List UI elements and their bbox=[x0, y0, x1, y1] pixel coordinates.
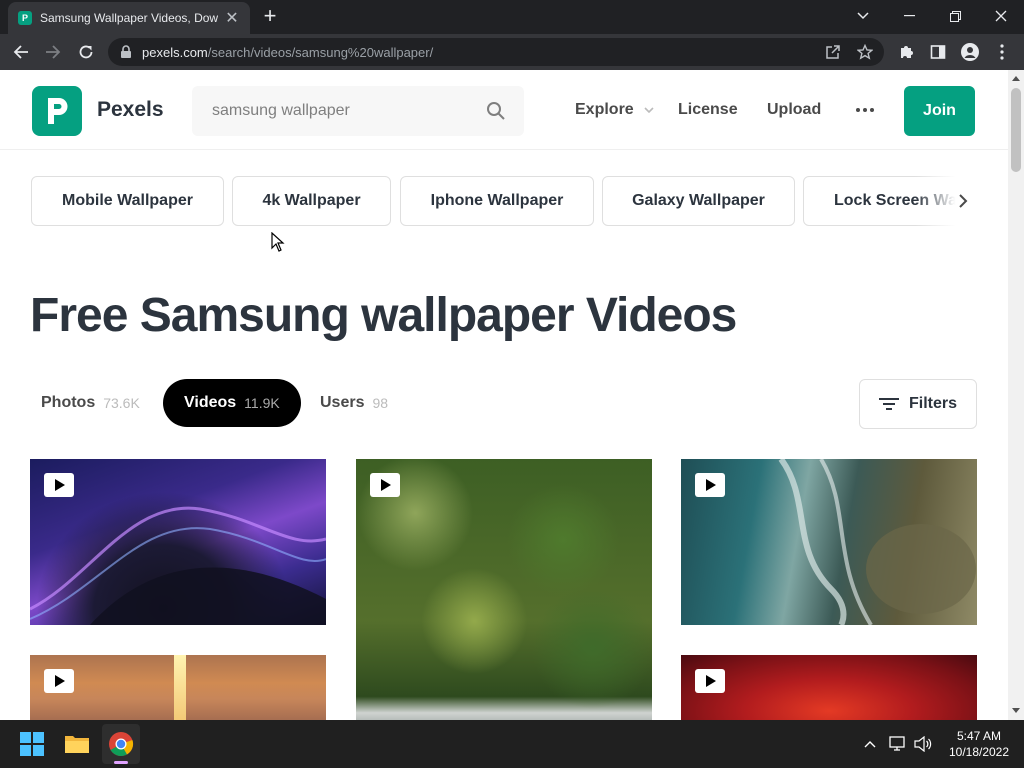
tropical-palm-forest-aerial-video[interactable] bbox=[356, 459, 652, 720]
folder-icon bbox=[65, 736, 89, 753]
nav-upload[interactable]: Upload bbox=[767, 101, 821, 119]
ocean-rocky-coast-aerial-video[interactable] bbox=[681, 459, 977, 625]
lock-icon[interactable] bbox=[120, 45, 132, 59]
video-play-icon bbox=[44, 669, 74, 693]
purple-particle-wave-video[interactable] bbox=[30, 459, 326, 625]
start-button[interactable] bbox=[13, 724, 51, 764]
brand-name[interactable]: Pexels bbox=[97, 98, 164, 122]
arrow-right-icon bbox=[46, 45, 61, 59]
search-icon bbox=[487, 102, 505, 120]
url-text: pexels.com/search/videos/samsung%20wallp… bbox=[142, 45, 433, 60]
browser-toolbar: pexels.com/search/videos/samsung%20wallp… bbox=[0, 34, 1024, 70]
tab-users[interactable]: Users 98 bbox=[320, 379, 388, 427]
chrome-taskbar-button[interactable] bbox=[102, 724, 140, 764]
tab-photos[interactable]: Photos 73.6K bbox=[41, 379, 140, 427]
address-bar[interactable]: pexels.com/search/videos/samsung%20wallp… bbox=[108, 38, 884, 66]
pexels-logo-icon bbox=[48, 98, 68, 124]
minimize-window-button[interactable] bbox=[886, 0, 932, 32]
file-explorer-button[interactable] bbox=[58, 724, 96, 764]
page-viewport: Pexels Explore License Upload Join Mobil… bbox=[0, 70, 1008, 720]
share-icon[interactable] bbox=[824, 43, 842, 61]
tab-users-count: 98 bbox=[372, 395, 389, 411]
search-button[interactable] bbox=[486, 101, 506, 121]
particle-wave-art bbox=[30, 506, 326, 625]
url-host: pexels.com bbox=[142, 45, 208, 60]
reload-icon bbox=[79, 45, 93, 59]
pexels-logo[interactable] bbox=[32, 86, 82, 136]
url-path: /search/videos/samsung%20wallpaper/ bbox=[207, 45, 434, 60]
filter-lines-icon bbox=[878, 398, 899, 410]
join-button[interactable]: Join bbox=[904, 86, 975, 136]
chip-4k-wallpaper[interactable]: 4k Wallpaper bbox=[232, 176, 391, 226]
reload-button[interactable] bbox=[73, 39, 99, 65]
chip-galaxy-wallpaper[interactable]: Galaxy Wallpaper bbox=[602, 176, 795, 226]
bookmark-star-icon[interactable] bbox=[856, 43, 874, 61]
pexels-favicon-icon: P bbox=[18, 11, 32, 25]
tab-search-chevron-icon[interactable] bbox=[840, 0, 886, 32]
chip-iphone-wallpaper[interactable]: Iphone Wallpaper bbox=[400, 176, 594, 226]
search-input[interactable] bbox=[212, 100, 472, 122]
filters-label: Filters bbox=[908, 395, 957, 412]
close-window-button[interactable] bbox=[978, 0, 1024, 32]
tab-videos-label: Videos bbox=[184, 394, 237, 411]
mouse-cursor-icon bbox=[271, 232, 285, 252]
site-header: Pexels Explore License Upload Join bbox=[0, 70, 1008, 150]
filters-button[interactable]: Filters bbox=[859, 379, 977, 429]
tab-title: Samsung Wallpaper Videos, Dow bbox=[40, 11, 218, 25]
related-searches: Mobile Wallpaper 4k Wallpaper Iphone Wal… bbox=[31, 176, 973, 226]
network-monitor-icon[interactable] bbox=[888, 734, 908, 754]
chevron-down-icon bbox=[644, 107, 654, 113]
scroll-down-arrow-icon[interactable] bbox=[1012, 708, 1020, 713]
tab-users-label: Users bbox=[320, 394, 365, 411]
nav-license[interactable]: License bbox=[678, 101, 738, 119]
video-play-icon bbox=[44, 473, 74, 497]
clock-date: 10/18/2022 bbox=[948, 745, 1010, 759]
red-sky-video[interactable] bbox=[681, 655, 977, 720]
scrollbar-thumb[interactable] bbox=[1011, 88, 1021, 172]
more-menu-button[interactable] bbox=[856, 100, 874, 120]
arrow-left-icon bbox=[13, 45, 28, 59]
sunset-sea-video[interactable] bbox=[30, 655, 326, 720]
tab-videos-count: 11.9K bbox=[244, 395, 280, 411]
volume-speaker-icon[interactable] bbox=[913, 734, 933, 754]
chrome-menu-icon[interactable] bbox=[992, 42, 1012, 62]
tab-photos-count: 73.6K bbox=[103, 395, 140, 411]
tab-photos-label: Photos bbox=[41, 394, 96, 411]
restore-window-button[interactable] bbox=[932, 0, 978, 32]
search-bar bbox=[192, 86, 524, 136]
video-play-icon bbox=[695, 473, 725, 497]
back-button[interactable] bbox=[8, 39, 34, 65]
browser-tab-strip: P Samsung Wallpaper Videos, Dow ✕ + bbox=[0, 0, 1024, 34]
chips-next-arrow-icon[interactable] bbox=[956, 193, 970, 209]
new-tab-button[interactable]: + bbox=[259, 5, 281, 28]
clock-time: 5:47 AM bbox=[956, 729, 1002, 743]
nav-explore[interactable]: Explore bbox=[575, 101, 654, 119]
video-play-icon bbox=[370, 473, 400, 497]
chip-mobile-wallpaper[interactable]: Mobile Wallpaper bbox=[31, 176, 224, 226]
video-play-icon bbox=[695, 669, 725, 693]
close-tab-icon[interactable]: ✕ bbox=[224, 8, 240, 28]
page-scrollbar[interactable] bbox=[1008, 70, 1024, 720]
system-clock[interactable]: 5:47 AM 10/18/2022 bbox=[944, 728, 1014, 760]
side-panel-icon[interactable] bbox=[928, 42, 948, 62]
show-hidden-icons-chevron-icon[interactable] bbox=[860, 734, 880, 754]
sun-reflection bbox=[174, 655, 186, 720]
scroll-up-arrow-icon[interactable] bbox=[1012, 76, 1020, 81]
chrome-icon bbox=[109, 732, 134, 757]
active-app-indicator bbox=[114, 761, 128, 764]
windows-taskbar: 5:47 AM 10/18/2022 bbox=[0, 720, 1024, 768]
tab-videos[interactable]: Videos 11.9K bbox=[163, 379, 301, 427]
page-title: Free Samsung wallpaper Videos bbox=[30, 289, 737, 342]
windows-logo-icon bbox=[20, 732, 44, 756]
ocean-foam-art bbox=[778, 459, 976, 625]
profile-avatar-icon[interactable] bbox=[960, 42, 980, 62]
forward-button[interactable] bbox=[40, 39, 66, 65]
extensions-puzzle-icon[interactable] bbox=[896, 42, 916, 62]
browser-tab[interactable]: P Samsung Wallpaper Videos, Dow ✕ bbox=[8, 2, 250, 34]
nav-explore-label: Explore bbox=[575, 101, 634, 118]
